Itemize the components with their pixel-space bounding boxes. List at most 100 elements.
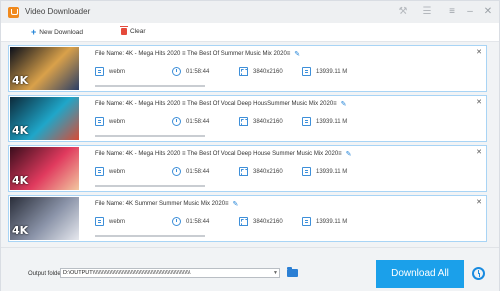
chevron-down-icon[interactable]: ▼ <box>273 269 278 277</box>
progress-bar <box>95 135 205 137</box>
size-info: 13939.11 M <box>302 117 347 126</box>
video-thumbnail: 4K <box>10 147 79 190</box>
file-name: File Name: 4K - Mega Hits 2020 ≡ The Bes… <box>95 150 352 158</box>
file-format-icon <box>95 167 104 176</box>
video-thumbnail: 4K <box>10 97 79 140</box>
clock-icon <box>172 167 181 176</box>
resolution-icon <box>239 167 248 176</box>
clear-button[interactable]: Clear <box>120 26 146 35</box>
duration-info: 01:58:44 <box>172 217 209 226</box>
progress-bar <box>95 185 205 187</box>
remove-item-icon[interactable]: ✕ <box>476 198 482 206</box>
alarm-clock-icon[interactable] <box>472 267 485 280</box>
close-window-icon[interactable]: ✕ <box>481 5 495 19</box>
format-info: webm <box>95 217 125 226</box>
output-folder-value: D:\OUTPUT\\\\\\\\\\\\\\\\\\\\\\\\\\\\\\\… <box>63 270 191 276</box>
video-thumbnail: 4K <box>10 47 79 90</box>
download-item[interactable]: 4K File Name: 4K - Mega Hits 2020 ≡ The … <box>8 45 487 92</box>
download-item[interactable]: 4K File Name: 4K - Mega Hits 2020 ≡ The … <box>8 145 487 192</box>
resolution-value: 3840x2160 <box>253 168 283 175</box>
remove-item-icon[interactable]: ✕ <box>476 98 482 106</box>
size-info: 13939.11 M <box>302 67 347 76</box>
app-title: Video Downloader <box>25 7 91 16</box>
app-window: Video Downloader ⚒ ☰ ≡ – ✕ + New Downloa… <box>0 0 500 291</box>
minimize-icon[interactable]: – <box>463 5 477 19</box>
size-value: 13939.11 M <box>316 118 348 125</box>
quality-badge: 4K <box>12 124 29 137</box>
file-name-text: File Name: 4K - Mega Hits 2020 ≡ The Bes… <box>95 101 337 107</box>
clock-icon <box>172 217 181 226</box>
format-value: webm <box>109 218 126 225</box>
tools-icon[interactable]: ⚒ <box>397 6 409 18</box>
clear-label: Clear <box>130 28 146 35</box>
size-value: 13939.11 M <box>316 218 348 225</box>
footer-bar: Output folder: D:\OUTPUT\\\\\\\\\\\\\\\\… <box>1 247 499 291</box>
download-all-button[interactable]: Download All <box>376 260 464 288</box>
remove-item-icon[interactable]: ✕ <box>476 148 482 156</box>
resolution-icon <box>239 217 248 226</box>
trash-icon <box>120 26 128 35</box>
plus-icon: + <box>31 27 37 37</box>
resolution-info: 3840x2160 <box>239 67 283 76</box>
file-format-icon <box>95 117 104 126</box>
quality-badge: 4K <box>12 174 29 187</box>
download-item[interactable]: 4K File Name: 4K - Mega Hits 2020 ≡ The … <box>8 95 487 142</box>
quality-badge: 4K <box>12 74 29 87</box>
file-size-icon <box>302 117 311 126</box>
remove-item-icon[interactable]: ✕ <box>476 48 482 56</box>
cart-icon[interactable]: ☰ <box>421 6 433 18</box>
menu-icon[interactable]: ≡ <box>445 5 459 19</box>
size-info: 13939.11 M <box>302 217 347 226</box>
resolution-value: 3840x2160 <box>253 68 283 75</box>
new-download-button[interactable]: + New Download <box>31 27 83 37</box>
size-value: 13939.11 M <box>316 68 348 75</box>
file-name-text: File Name: 4K - Mega Hits 2020 ≡ The Bes… <box>95 51 291 57</box>
progress-bar <box>95 85 205 87</box>
file-format-icon <box>95 67 104 76</box>
format-value: webm <box>109 118 126 125</box>
video-thumbnail: 4K <box>10 197 79 240</box>
file-size-icon <box>302 67 311 76</box>
pencil-icon[interactable]: ✎ <box>341 100 347 108</box>
download-list: 4K File Name: 4K - Mega Hits 2020 ≡ The … <box>1 42 499 247</box>
duration-info: 01:58:44 <box>172 117 209 126</box>
format-info: webm <box>95 167 125 176</box>
app-logo-icon <box>8 7 19 18</box>
file-size-icon <box>302 167 311 176</box>
title-bar: Video Downloader ⚒ ☰ ≡ – ✕ <box>1 1 499 23</box>
new-download-label: New Download <box>39 28 83 36</box>
output-folder-label: Output folder: <box>28 271 65 277</box>
format-info: webm <box>95 67 125 76</box>
file-name-text: File Name: 4K - Mega Hits 2020 ≡ The Bes… <box>95 151 342 157</box>
duration-value: 01:58:44 <box>186 118 210 125</box>
download-item[interactable]: 4K File Name: 4K Summer Summer Music Mix… <box>8 195 487 242</box>
file-size-icon <box>302 217 311 226</box>
clock-icon <box>172 117 181 126</box>
format-value: webm <box>109 68 126 75</box>
duration-value: 01:58:44 <box>186 218 210 225</box>
pencil-icon[interactable]: ✎ <box>346 150 352 158</box>
pencil-icon[interactable]: ✎ <box>294 50 300 58</box>
duration-value: 01:58:44 <box>186 168 210 175</box>
duration-value: 01:58:44 <box>186 68 210 75</box>
quality-badge: 4K <box>12 224 29 237</box>
resolution-info: 3840x2160 <box>239 217 283 226</box>
progress-bar <box>95 235 205 237</box>
resolution-value: 3840x2160 <box>253 218 283 225</box>
format-info: webm <box>95 117 125 126</box>
file-name-text: File Name: 4K Summer Summer Music Mix 20… <box>95 201 229 207</box>
pencil-icon[interactable]: ✎ <box>233 200 239 208</box>
resolution-icon <box>239 117 248 126</box>
size-value: 13939.11 M <box>316 168 348 175</box>
resolution-value: 3840x2160 <box>253 118 283 125</box>
resolution-info: 3840x2160 <box>239 117 283 126</box>
resolution-icon <box>239 67 248 76</box>
duration-info: 01:58:44 <box>172 67 209 76</box>
duration-info: 01:58:44 <box>172 167 209 176</box>
file-name: File Name: 4K Summer Summer Music Mix 20… <box>95 200 238 208</box>
toolbar: + New Download Clear <box>1 23 499 42</box>
output-folder-input[interactable]: D:\OUTPUT\\\\\\\\\\\\\\\\\\\\\\\\\\\\\\\… <box>60 268 280 278</box>
folder-icon[interactable] <box>287 267 298 277</box>
size-info: 13939.11 M <box>302 167 347 176</box>
file-name: File Name: 4K - Mega Hits 2020 ≡ The Bes… <box>95 100 347 108</box>
